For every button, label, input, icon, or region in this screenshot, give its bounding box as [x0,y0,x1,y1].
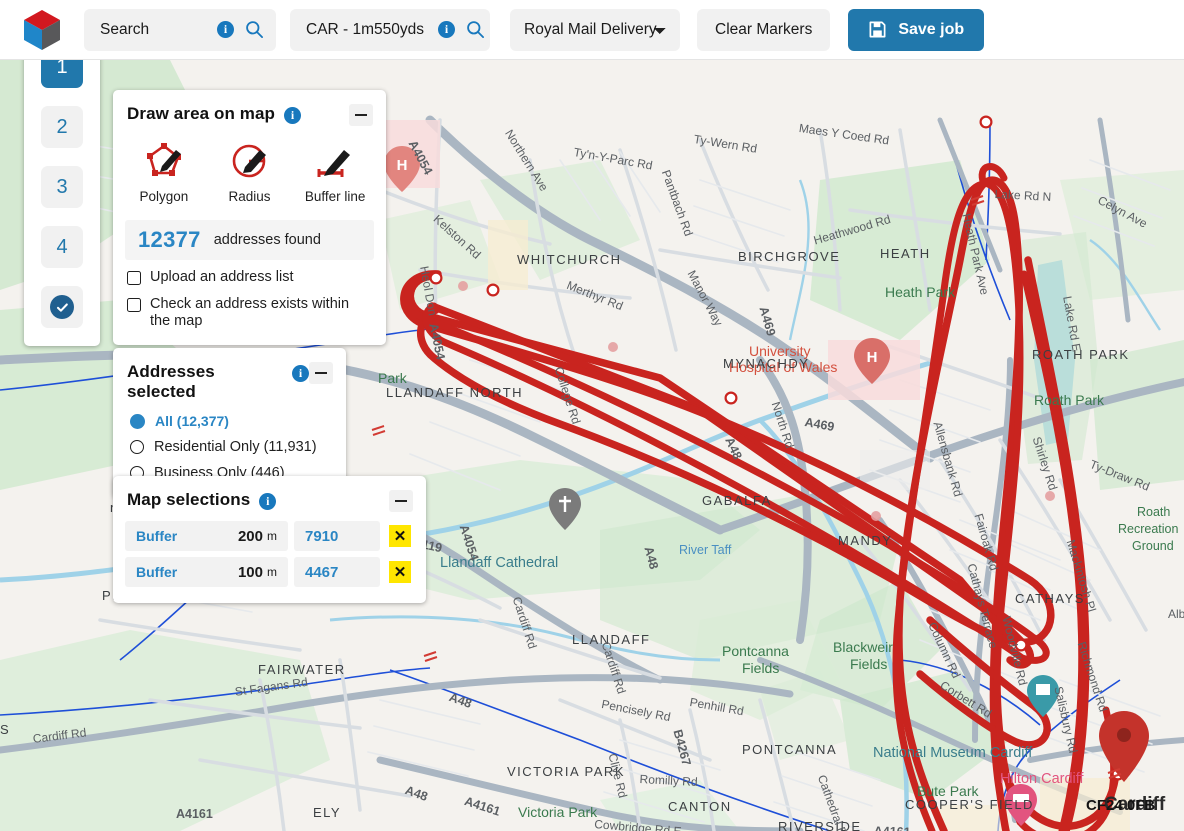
search-input-value: Search [100,20,150,38]
svg-text:H: H [397,157,408,174]
buffer-type-1: Buffer [136,528,178,544]
top-toolbar: Search i CAR - 1m550yds i Royal Mail Del… [0,0,1184,60]
step-4[interactable]: 4 [41,226,83,268]
radio-button [130,440,144,454]
buffer-value-1: 200 [237,527,263,545]
save-job-label: Save job [898,20,965,38]
draw-area-panel: Draw area on map i Polygon Radius Buffer… [113,90,386,346]
step-2-label: 2 [56,115,68,138]
radio-button [130,413,145,429]
minimize-icon[interactable] [349,104,373,126]
step-3[interactable]: 3 [41,166,83,208]
steps-panel: 1 2 3 4 [24,29,100,346]
search-icon[interactable] [245,20,264,39]
polygon-tool-label: Polygon [139,189,189,204]
check-circle-icon [50,295,74,319]
draw-panel-header: Draw area on map i [113,90,386,132]
search-input[interactable]: Search i [84,8,276,51]
car-search-value: CAR - 1m550yds [306,20,425,38]
check-address-exists-checkbox[interactable]: Check an address exists within the map [113,287,386,345]
buffer-count-1[interactable]: 7910 [294,521,380,551]
buffer-type-2: Buffer [136,564,178,580]
minimize-bar [315,371,327,375]
info-icon[interactable]: i [438,21,456,38]
checkbox-box [127,297,141,312]
application-root: Search i CAR - 1m550yds i Royal Mail Del… [0,0,1184,831]
selection-row-1: Buffer 200 m 7910 ✕ [113,518,426,554]
step-confirm[interactable] [41,286,83,328]
clear-markers-button[interactable]: Clear Markers [697,8,831,51]
upload-address-list-checkbox[interactable]: Upload an address list [113,260,386,287]
delivery-type-select[interactable]: Royal Mail Delivery [510,8,680,51]
info-icon[interactable]: i [284,107,302,124]
radio-all-label: All (12,377) [155,413,229,429]
buffer-unit-1: m [267,529,277,543]
step-4-label: 4 [56,235,68,258]
addresses-found-count: 12377 [138,227,201,252]
radio-all[interactable]: All (12,377) [113,408,346,434]
buffer-field-1[interactable]: Buffer 200 m [125,521,288,551]
selections-panel-header: Map selections i [113,476,426,518]
svg-text:H: H [867,349,878,366]
addresses-panel-header: Addresses selected i [113,348,346,408]
buffer-line-tool-label: Buffer line [304,189,366,204]
minimize-bar [395,499,407,503]
delete-selection-1-button[interactable]: ✕ [389,525,411,547]
radius-tool[interactable]: Radius [207,140,293,204]
delete-selection-2-button[interactable]: ✕ [389,561,411,583]
buffer-field-2[interactable]: Buffer 100 m [125,557,288,587]
checkbox-box [127,271,141,285]
radio-residential-only[interactable]: Residential Only (11,931) [113,434,346,460]
addresses-panel-title: Addresses selected [127,362,215,401]
car-search-input[interactable]: CAR - 1m550yds i [290,8,490,51]
info-icon[interactable]: i [292,365,309,382]
search-icon[interactable] [466,20,485,39]
buffer-line-pencil-icon [311,140,359,182]
draw-panel-title: Draw area on map [127,104,276,123]
addresses-found-row: 12377 addresses found [125,220,374,260]
save-job-button[interactable]: Save job [848,8,985,51]
draw-tools: Polygon Radius Buffer line [113,132,386,208]
cube-logo[interactable] [14,8,70,52]
step-2[interactable]: 2 [41,106,83,148]
upload-address-list-label: Upload an address list [150,269,294,285]
polygon-pencil-icon [140,140,188,182]
map-selections-panel: Map selections i Buffer 200 m 7910 ✕ Buf… [113,476,426,603]
selections-panel-title: Map selections [127,490,251,509]
polygon-tool[interactable]: Polygon [121,140,207,204]
buffer-count-2[interactable]: 4467 [294,557,380,587]
radius-pencil-icon [226,140,274,182]
info-icon[interactable]: i [259,493,277,510]
minimize-icon[interactable] [389,490,413,512]
radius-tool-label: Radius [228,189,271,204]
radio-residential-label: Residential Only (11,931) [154,439,317,455]
minimize-icon[interactable] [309,362,333,384]
info-icon[interactable]: i [217,21,234,38]
buffer-line-tool[interactable]: Buffer line [292,140,378,204]
floppy-disk-icon [869,21,886,38]
addresses-found-label: addresses found [213,232,321,248]
selection-row-2: Buffer 100 m 4467 ✕ [113,554,426,590]
buffer-value-2: 100 [237,563,263,581]
check-address-exists-label: Check an address exists within the map [150,295,350,330]
step-3-label: 3 [56,175,68,198]
minimize-bar [355,113,367,117]
buffer-unit-2: m [267,565,277,579]
